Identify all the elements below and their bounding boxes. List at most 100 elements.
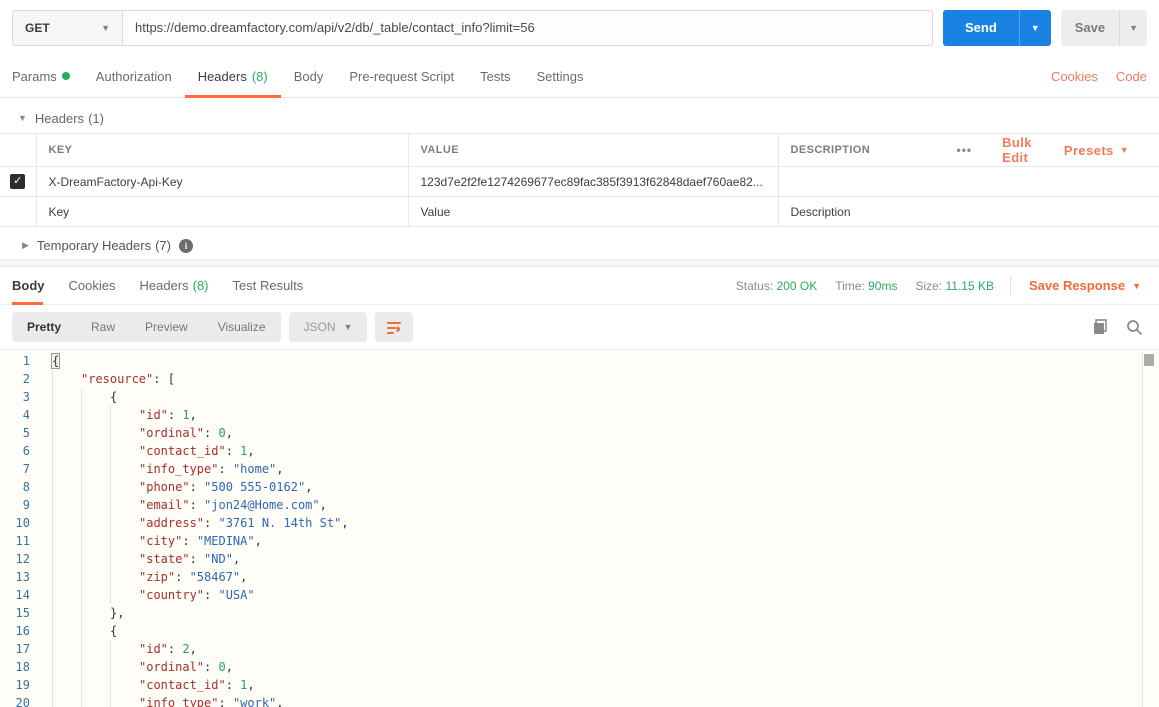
view-tab-pretty[interactable]: Pretty: [12, 312, 76, 342]
code-line: 4 "id": 1,: [0, 406, 1159, 424]
indent-guide: [81, 622, 110, 640]
save-response-button[interactable]: Save Response ▼: [1029, 278, 1141, 293]
indent-guide: [52, 442, 81, 460]
view-tab-preview[interactable]: Preview: [130, 312, 203, 342]
code-token: 0: [218, 426, 226, 440]
method-select[interactable]: GET ▼: [13, 10, 123, 45]
indent-guide: [110, 568, 139, 586]
new-key-input[interactable]: Key: [35, 196, 408, 227]
indent-guide: [52, 424, 81, 442]
code-token: "USA": [218, 588, 255, 602]
code-token: ,: [305, 480, 313, 494]
new-header-row: Key Value Description: [0, 196, 1159, 227]
line-number: 19: [15, 678, 30, 692]
code-token: "id": [139, 642, 168, 656]
header-key-cell[interactable]: X-DreamFactory-Api-Key: [35, 166, 408, 197]
code-line: 16 {: [0, 622, 1159, 640]
view-tab-visualize[interactable]: Visualize: [203, 312, 281, 342]
line-number: 16: [15, 624, 30, 638]
code-token: "work": [232, 696, 277, 707]
response-tab-body[interactable]: Body: [12, 267, 57, 305]
cookies-link[interactable]: Cookies: [1051, 69, 1098, 84]
tab-headers[interactable]: Headers (8): [184, 55, 281, 98]
tab-settings[interactable]: Settings: [523, 55, 596, 97]
temporary-headers-title: Temporary Headers: [36, 238, 152, 253]
chevron-down-icon: ▼: [1119, 145, 1129, 155]
code-token: :: [175, 570, 190, 584]
tab-params[interactable]: Params: [12, 55, 83, 97]
line-number: 5: [22, 426, 30, 440]
send-dropdown-button[interactable]: ▼: [1018, 9, 1051, 46]
status-meta: Status: 200 OK: [735, 278, 818, 293]
headers-section-header[interactable]: ▼ Headers (1): [0, 103, 1159, 133]
line-number: 11: [15, 534, 30, 548]
scrollbar-thumb[interactable]: [1144, 354, 1154, 366]
header-value-cell[interactable]: 123d7e2f2fe1274269677ec89fac385f3913f628…: [407, 166, 778, 197]
code-token: },: [110, 606, 125, 620]
indent-guide: [81, 424, 110, 442]
code-token: "58467": [189, 570, 241, 584]
indent-guide: [52, 514, 81, 532]
save-button[interactable]: Save ▼: [1060, 9, 1147, 46]
tab-body[interactable]: Body: [281, 55, 337, 97]
code-token: ,: [225, 660, 233, 674]
tab-label: Pre-request Script: [349, 68, 455, 84]
code-token: :: [182, 534, 197, 548]
code-token: "MEDINA": [196, 534, 255, 548]
indent-guide: [52, 406, 81, 424]
code-line: 2 "resource": [: [0, 370, 1159, 388]
indent-guide: [52, 370, 81, 388]
code-token: "resource": [81, 372, 154, 386]
indent-guide: [81, 604, 110, 622]
header-description-cell[interactable]: [777, 166, 965, 197]
view-tab-raw[interactable]: Raw: [76, 312, 130, 342]
code-link[interactable]: Code: [1116, 69, 1147, 84]
indent-guide: [110, 478, 139, 496]
language-select[interactable]: JSON ▼: [288, 312, 368, 342]
chevron-down-icon: ▼: [1030, 22, 1040, 33]
send-button[interactable]: Send ▼: [942, 9, 1051, 46]
presets-dropdown[interactable]: Presets ▼: [1048, 143, 1145, 158]
tab-tests[interactable]: Tests: [467, 55, 523, 97]
tab-label: Authorization: [95, 68, 172, 84]
copy-response-button[interactable]: [1087, 319, 1113, 335]
response-body-viewer[interactable]: 1{2 "resource": [3{4 "id": 1, 5 "ordinal": 0…: [0, 349, 1159, 707]
send-label: Send: [964, 20, 997, 35]
code-token: "home": [232, 462, 277, 476]
search-response-button[interactable]: [1121, 319, 1147, 336]
indent-guide: [81, 676, 110, 694]
new-description-input[interactable]: Description: [777, 196, 965, 227]
response-tab-test-results[interactable]: Test Results: [221, 267, 316, 304]
line-number: 10: [15, 516, 30, 530]
code-token: ,: [189, 408, 197, 422]
temporary-headers-toggle[interactable]: ▶ Temporary Headers (7) i: [0, 232, 1159, 259]
tab-count: (8): [192, 278, 209, 293]
more-options-icon[interactable]: •••: [943, 143, 987, 157]
response-tab-cookies[interactable]: Cookies: [57, 267, 128, 304]
line-number: 13: [15, 570, 30, 584]
save-dropdown-button[interactable]: ▼: [1119, 9, 1147, 46]
tab-label: Params: [12, 68, 57, 84]
vertical-scrollbar[interactable]: [1142, 352, 1155, 707]
params-dot-icon: [61, 72, 70, 80]
code-token: "id": [139, 408, 168, 422]
indent-guide: [81, 658, 110, 676]
wrap-text-button[interactable]: [375, 312, 414, 342]
new-value-input[interactable]: Value: [407, 196, 778, 227]
code-line: 12 "state": "ND",: [0, 550, 1159, 568]
tab-label: Headers: [197, 68, 247, 84]
url-input[interactable]: [123, 10, 932, 45]
code-line: 13 "zip": "58467",: [0, 568, 1159, 586]
tab-authorization[interactable]: Authorization: [83, 55, 185, 97]
bulk-edit-link[interactable]: Bulk Edit: [986, 135, 1048, 165]
line-number: 3: [22, 390, 30, 404]
response-tab-headers[interactable]: Headers (8): [127, 267, 220, 304]
header-enabled-checkbox[interactable]: ✓: [10, 174, 26, 189]
indent-guide: [81, 442, 110, 460]
indent-guide: [81, 550, 110, 568]
headers-section-title: Headers: [34, 110, 85, 126]
indent-guide: [110, 550, 139, 568]
info-icon[interactable]: i: [178, 238, 193, 253]
tab-pre-request-script[interactable]: Pre-request Script: [336, 55, 467, 97]
request-builder-bar: GET ▼ Send ▼ Save ▼: [0, 0, 1159, 55]
